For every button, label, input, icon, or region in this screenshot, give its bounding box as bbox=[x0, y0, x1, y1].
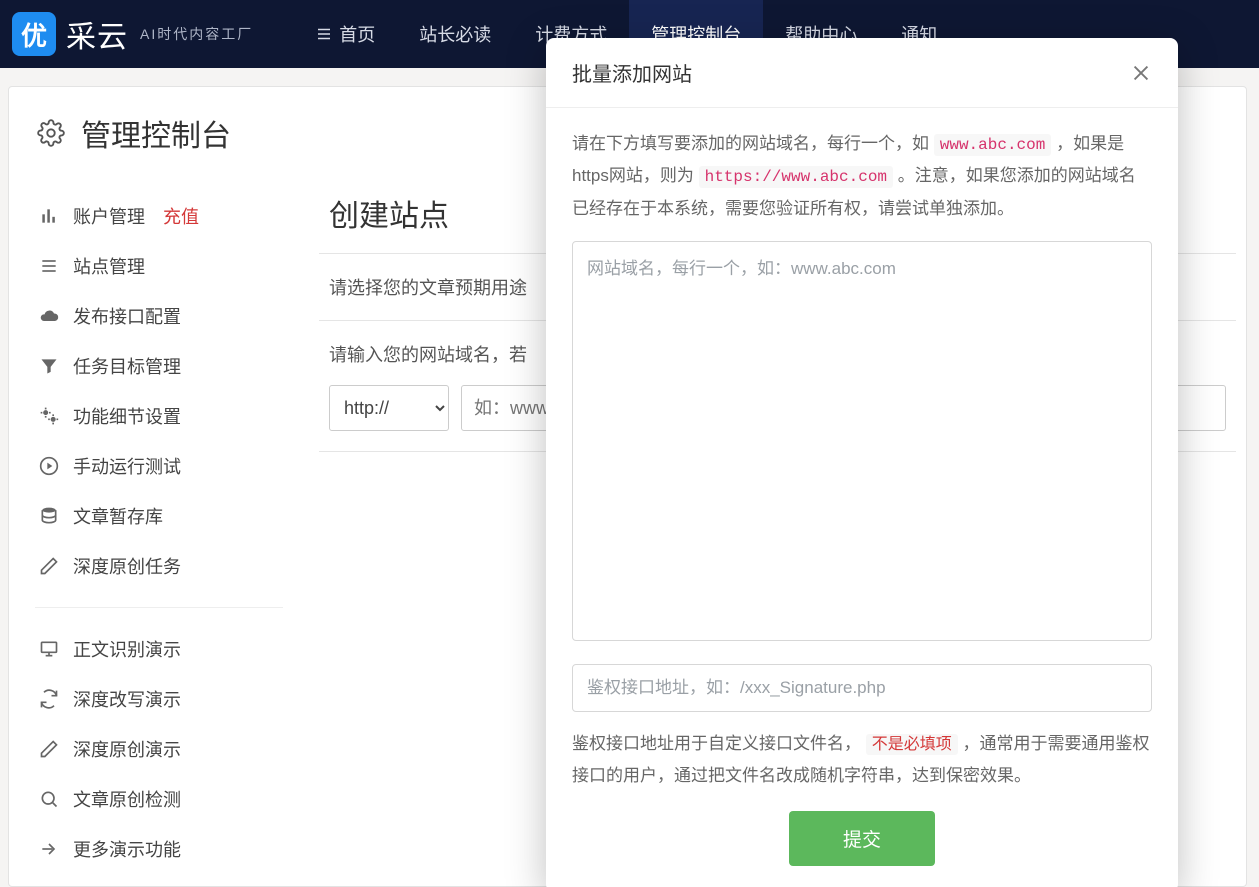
row-label: 请输入您的网站域名，若 bbox=[329, 345, 527, 365]
auth-url-input[interactable] bbox=[572, 664, 1152, 712]
cloud-up-icon bbox=[39, 306, 59, 326]
sidebar-item-sites[interactable]: 站点管理 bbox=[25, 241, 293, 291]
bar-chart-icon bbox=[39, 206, 59, 226]
desc-text: 请在下方填写要添加的网站域名，每行一个，如 bbox=[572, 134, 934, 153]
sidebar-item-deep-task[interactable]: 深度原创任务 bbox=[25, 541, 293, 591]
batch-add-modal: 批量添加网站 请在下方填写要添加的网站域名，每行一个，如 www.abc.com… bbox=[546, 38, 1178, 887]
monitor-icon bbox=[39, 639, 59, 659]
search-icon bbox=[39, 789, 59, 809]
sidebar-item-label: 深度改写演示 bbox=[73, 686, 181, 712]
sidebar-item-more-demo[interactable]: 更多演示功能 bbox=[25, 824, 293, 874]
code-sample-1: www.abc.com bbox=[934, 134, 1052, 156]
close-icon[interactable] bbox=[1130, 62, 1152, 84]
code-sample-2: https://www.abc.com bbox=[699, 166, 893, 188]
list-icon bbox=[39, 256, 59, 276]
sidebar-item-account[interactable]: 账户管理 充值 bbox=[25, 191, 293, 241]
sidebar-item-check-demo[interactable]: 文章原创检测 bbox=[25, 774, 293, 824]
nav-guide[interactable]: 站长必读 bbox=[397, 0, 513, 68]
brand-tagline: AI时代内容工厂 bbox=[140, 24, 253, 44]
recharge-badge: 充值 bbox=[163, 203, 199, 229]
note-text: 鉴权接口地址用于自定义接口文件名， bbox=[572, 734, 861, 753]
sidebar-item-label: 文章暂存库 bbox=[73, 503, 163, 529]
modal-actions: 提交 bbox=[572, 811, 1152, 866]
panel-title: 管理控制台 bbox=[81, 111, 231, 155]
sidebar-item-label: 深度原创任务 bbox=[73, 553, 181, 579]
sidebar-item-rewrite-demo[interactable]: 深度改写演示 bbox=[25, 674, 293, 724]
logo-icon: 优 bbox=[12, 12, 56, 56]
sidebar-item-run[interactable]: 手动运行测试 bbox=[25, 441, 293, 491]
domains-textarea[interactable] bbox=[572, 241, 1152, 641]
sidebar-item-storage[interactable]: 文章暂存库 bbox=[25, 491, 293, 541]
brand-name: 采云 bbox=[66, 12, 128, 56]
pencil-icon bbox=[39, 739, 59, 759]
sidebar-group-manage: 账户管理 充值 站点管理 发布接口配置 任务目标管理 bbox=[25, 191, 293, 591]
row-label: 请选择您的文章预期用途 bbox=[329, 278, 527, 298]
sidebar-item-task-target[interactable]: 任务目标管理 bbox=[25, 341, 293, 391]
sidebar-item-extract-demo[interactable]: 正文识别演示 bbox=[25, 624, 293, 674]
share-icon bbox=[39, 839, 59, 859]
list-icon bbox=[315, 25, 333, 43]
refresh-icon bbox=[39, 689, 59, 709]
play-icon bbox=[39, 456, 59, 476]
sidebar-item-label: 站点管理 bbox=[73, 253, 145, 279]
gear-icon bbox=[37, 119, 65, 147]
sidebar-group-demo: 正文识别演示 深度改写演示 深度原创演示 文章原创检测 bbox=[25, 624, 293, 874]
sidebar-item-original-demo[interactable]: 深度原创演示 bbox=[25, 724, 293, 774]
sidebar-item-label: 功能细节设置 bbox=[73, 403, 181, 429]
sidebar-item-settings[interactable]: 功能细节设置 bbox=[25, 391, 293, 441]
sidebar-item-label: 发布接口配置 bbox=[73, 303, 181, 329]
pencil-icon bbox=[39, 556, 59, 576]
sidebar: 账户管理 充值 站点管理 发布接口配置 任务目标管理 bbox=[9, 179, 309, 886]
sidebar-item-label: 正文识别演示 bbox=[73, 636, 181, 662]
protocol-select[interactable]: http:// bbox=[329, 385, 449, 431]
optional-badge: 不是必填项 bbox=[866, 734, 958, 755]
sidebar-item-publish[interactable]: 发布接口配置 bbox=[25, 291, 293, 341]
sidebar-item-label: 深度原创演示 bbox=[73, 736, 181, 762]
sidebar-divider bbox=[35, 607, 283, 608]
nav-label: 首页 bbox=[339, 21, 375, 47]
sidebar-item-label: 账户管理 bbox=[73, 203, 145, 229]
cogs-icon bbox=[39, 406, 59, 426]
sidebar-item-label: 任务目标管理 bbox=[73, 353, 181, 379]
brand[interactable]: 优 采云 AI时代内容工厂 bbox=[12, 12, 253, 56]
modal-note: 鉴权接口地址用于自定义接口文件名， 不是必填项 ，通常用于需要通用鉴权接口的用户… bbox=[572, 728, 1152, 793]
submit-button[interactable]: 提交 bbox=[789, 811, 935, 866]
database-icon bbox=[39, 506, 59, 526]
sidebar-item-label: 更多演示功能 bbox=[73, 836, 181, 862]
modal-header: 批量添加网站 bbox=[546, 38, 1178, 108]
nav-label: 站长必读 bbox=[419, 21, 491, 47]
sidebar-item-label: 文章原创检测 bbox=[73, 786, 181, 812]
nav-home[interactable]: 首页 bbox=[293, 0, 397, 68]
modal-body: 请在下方填写要添加的网站域名，每行一个，如 www.abc.com ，如果是ht… bbox=[546, 108, 1178, 887]
modal-description: 请在下方填写要添加的网站域名，每行一个，如 www.abc.com ，如果是ht… bbox=[572, 128, 1152, 225]
filter-icon bbox=[39, 356, 59, 376]
modal-title: 批量添加网站 bbox=[572, 58, 692, 87]
sidebar-item-label: 手动运行测试 bbox=[73, 453, 181, 479]
